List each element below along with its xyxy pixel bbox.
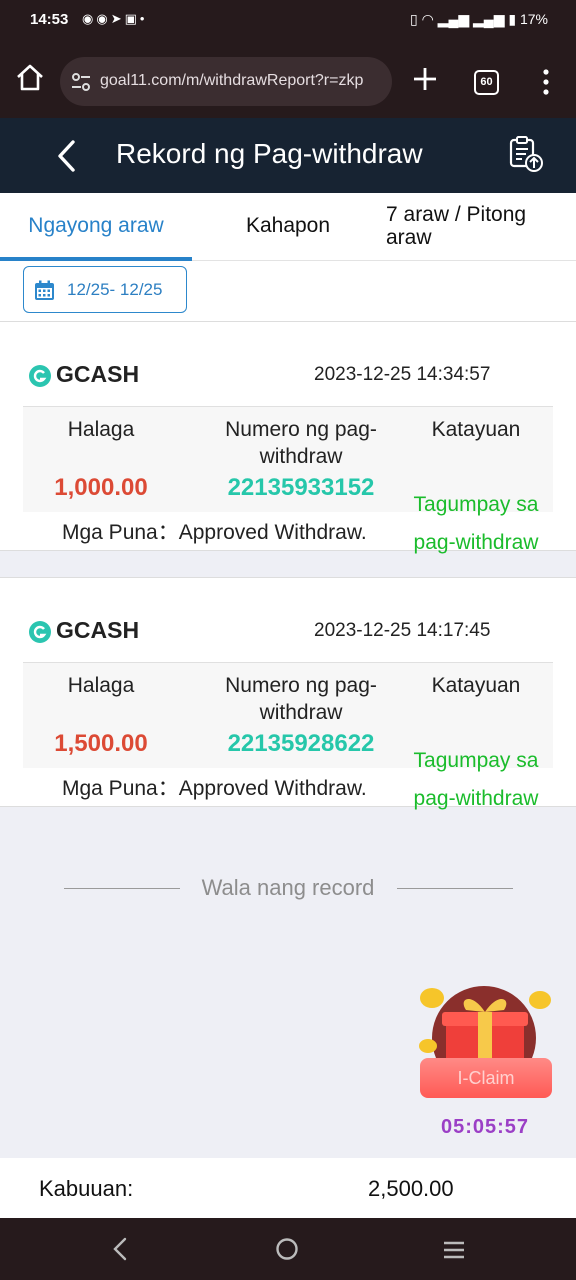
game-icon: ▣ <box>124 11 140 26</box>
clipboard-upload-icon[interactable] <box>506 134 546 174</box>
claim-button[interactable]: I-Claim <box>420 1058 552 1098</box>
home-icon[interactable] <box>14 62 46 94</box>
vibrate-icon: ▯ <box>409 11 418 27</box>
notification-icons: ◉◉➤▣• <box>82 11 147 27</box>
countdown-timer: 05:05:57 <box>440 1116 530 1138</box>
nav-back-icon[interactable] <box>110 1236 132 1262</box>
battery-icon: ▮ <box>508 11 517 27</box>
status-bar: 14:53 ◉◉➤▣• ▯ ◠ ▂▄▆ ▂▄▆ ▮ 17% <box>0 0 576 40</box>
url-bar[interactable]: goal11.com/m/withdrawReport?r=zkp <box>60 57 392 106</box>
amount-value: 1,500.00 <box>54 730 148 757</box>
tab-seven-days[interactable]: 7 araw / Pitong araw <box>386 193 572 261</box>
status-label: Katayuan <box>431 674 521 697</box>
tab-label: 7 araw / Pitong araw <box>386 203 527 249</box>
url-text: goal11.com/m/withdrawReport?r=zkp <box>100 72 364 89</box>
back-arrow-icon[interactable] <box>52 138 82 174</box>
date-range-text: 12/25- 12/25 <box>67 280 163 299</box>
more-menu-icon[interactable] <box>536 68 556 96</box>
total-bar: Kabuuan: 2,500.00 <box>0 1158 576 1218</box>
tab-switcher-button[interactable]: 60 <box>474 70 499 95</box>
status-time: 14:53 <box>30 11 69 28</box>
page-title: Rekord ng Pag-withdraw <box>116 138 423 169</box>
remarks-label: Mga Puna： <box>62 521 179 544</box>
remarks-label: Mga Puna： <box>62 777 179 800</box>
signal-icon: ▂▄▆ <box>437 11 470 27</box>
page-header: Rekord ng Pag-withdraw <box>0 118 576 193</box>
amount-value: 1,000.00 <box>54 474 148 501</box>
withdraw-number: 22135928622 <box>227 730 375 757</box>
amount-label: Halaga <box>67 674 135 697</box>
nav-home-icon[interactable] <box>275 1237 299 1261</box>
gcash-logo-icon <box>29 365 51 387</box>
tab-label: Kahapon <box>245 214 331 237</box>
gcash-logo-icon <box>29 621 51 643</box>
record-timestamp: 2023-12-25 14:34:57 <box>314 364 491 385</box>
status-value: Tagumpay sa pag-withdraw <box>413 493 539 554</box>
total-value: 2,500.00 <box>368 1176 454 1201</box>
calendar-icon <box>35 280 54 300</box>
status-label: Katayuan <box>431 418 521 441</box>
system-icons: ▯ ◠ ▂▄▆ ▂▄▆ ▮ 17% <box>410 11 548 28</box>
date-range-tabs: Ngayong araw Kahapon 7 araw / Pitong ara… <box>0 193 576 261</box>
withdraw-record-card: GCASH 2023-12-25 14:34:57 Halaga Numero … <box>0 321 576 554</box>
site-settings-icon[interactable] <box>70 71 92 93</box>
browser-toolbar: goal11.com/m/withdrawReport?r=zkp 60 <box>0 40 576 118</box>
messenger-icon: ◉ <box>82 11 97 26</box>
system-nav-bar <box>0 1218 576 1280</box>
divider <box>397 888 513 889</box>
withdraw-record-card: GCASH 2023-12-25 14:17:45 Halaga Numero … <box>0 577 576 810</box>
withdraw-number: 22135933152 <box>227 474 375 501</box>
nav-recents-icon[interactable] <box>442 1239 466 1261</box>
payment-method: GCASH <box>56 617 140 643</box>
telegram-icon: ➤ <box>110 11 125 26</box>
wifi-icon: ◠ <box>421 11 434 27</box>
status-value: Tagumpay sa pag-withdraw <box>413 749 539 810</box>
tab-label: Ngayong araw <box>28 214 164 237</box>
remarks: Mga Puna：Approved Withdraw. <box>62 772 367 802</box>
total-label: Kabuuan: <box>39 1176 134 1201</box>
end-of-list: Wala nang record <box>0 872 576 906</box>
tab-today[interactable]: Ngayong araw <box>0 193 192 261</box>
record-timestamp: 2023-12-25 14:17:45 <box>314 620 491 641</box>
dot-icon: • <box>139 11 148 26</box>
payment-method: GCASH <box>56 361 140 387</box>
battery-percent: 17% <box>519 11 548 27</box>
number-label: Numero ng pag-withdraw <box>225 418 377 468</box>
number-label: Numero ng pag-withdraw <box>225 674 377 724</box>
remarks-value: Approved Withdraw. <box>178 777 367 800</box>
amount-label: Halaga <box>67 418 135 441</box>
remarks: Mga Puna：Approved Withdraw. <box>62 516 367 546</box>
remarks-value: Approved Withdraw. <box>178 521 367 544</box>
tab-yesterday[interactable]: Kahapon <box>192 193 384 261</box>
claim-gift-widget[interactable]: I-Claim 05:05:57 <box>414 980 556 1148</box>
signal-icon: ▂▄▆ <box>473 11 505 27</box>
date-range-button[interactable]: 12/25- 12/25 <box>23 266 187 313</box>
new-tab-icon[interactable] <box>410 64 440 94</box>
date-filter-bar: 12/25- 12/25 <box>0 261 576 321</box>
messenger-icon: ◉ <box>96 11 111 26</box>
